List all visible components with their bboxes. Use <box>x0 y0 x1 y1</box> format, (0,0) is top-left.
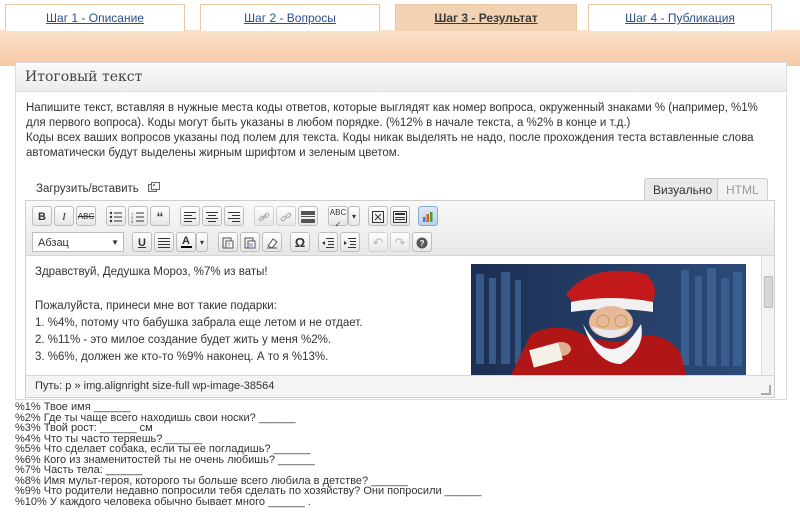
unlink-button[interactable] <box>276 206 296 226</box>
svg-text:3: 3 <box>131 219 134 223</box>
content-line-2 <box>35 281 465 298</box>
align-right-button[interactable] <box>224 206 244 226</box>
blockquote-button[interactable]: “ <box>150 206 170 226</box>
paragraph-format-select[interactable]: Абзац ▼ <box>32 232 124 252</box>
tab-step-3-link[interactable]: Шаг 3 - Результат <box>434 11 537 25</box>
kitchen-sink-button[interactable] <box>390 206 410 226</box>
bullet-list-button[interactable] <box>106 206 126 226</box>
text-color-dropdown[interactable]: ▾ <box>196 232 208 252</box>
spellcheck-language-dropdown[interactable]: ▾ <box>348 206 360 226</box>
spellcheck-button[interactable]: ABC ✓ <box>328 206 348 229</box>
tab-step-3[interactable]: Шаг 3 - Результат <box>395 4 577 31</box>
resize-grip-icon[interactable] <box>761 385 771 395</box>
result-text-panel: Итоговый текст Напишите текст, вставляя … <box>15 62 787 400</box>
upload-insert-label[interactable]: Загрузить/вставить <box>36 183 139 195</box>
paragraph-format-value[interactable]: Абзац <box>38 237 69 249</box>
svg-text:T: T <box>228 243 231 249</box>
scrollbar-thumb[interactable] <box>764 276 773 308</box>
redo-button[interactable]: ↷ <box>390 232 410 252</box>
align-justify-button[interactable] <box>154 232 174 252</box>
numbered-list-button[interactable]: 123 <box>128 206 148 226</box>
instructions-line-2: Коды всех ваших вопросов указаны под пол… <box>26 132 754 159</box>
outdent-button[interactable] <box>318 232 338 252</box>
code-item: %1% Твое имя ______ <box>15 401 131 413</box>
tab-step-1[interactable]: Шаг 1 - Описание <box>5 4 185 31</box>
svg-text:W: W <box>249 243 254 249</box>
tab-visual-mode[interactable]: Визуально <box>644 178 722 201</box>
editor-content[interactable]: Здравствуй, Дедушка Мороз, %7% из ваты! … <box>26 256 762 375</box>
chevron-down-icon: ▼ <box>111 238 119 247</box>
svg-text:?: ? <box>420 239 425 248</box>
question-codes-list: %1% Твое имя ______ %2% Где ты чаще всег… <box>15 402 775 507</box>
code-item: %7% Часть тела: ______ <box>15 464 143 476</box>
paste-as-text-button[interactable]: T <box>218 232 238 252</box>
align-center-button[interactable] <box>202 206 222 226</box>
paste-from-word-button[interactable]: W <box>240 232 260 252</box>
panel-title: Итоговый текст <box>16 63 786 92</box>
tab-step-1-link[interactable]: Шаг 1 - Описание <box>46 11 144 25</box>
undo-button[interactable]: ↶ <box>368 232 388 252</box>
instructions-line-1: Напишите текст, вставляя в нужные места … <box>26 102 758 129</box>
content-line-5: 2. %11% - это милое создание будет жить … <box>35 334 332 346</box>
align-left-button[interactable] <box>180 206 200 226</box>
text-color-button[interactable]: A <box>176 232 196 252</box>
media-upload-icon[interactable] <box>147 182 160 194</box>
instructions: Напишите текст, вставляя в нужные места … <box>26 101 778 161</box>
special-character-button[interactable]: Ω <box>290 232 310 252</box>
editor-toolbar: B I ABC 123 “ ABC ✓ ▾ Абзац ▼ U A ▾ T W … <box>26 201 774 256</box>
code-item: %10% У каждого человека обычно бывает мн… <box>15 495 311 508</box>
header-band <box>0 30 800 66</box>
editor-text[interactable]: Здравствуй, Дедушка Мороз, %7% из ваты! … <box>35 264 465 366</box>
editor-scrollbar[interactable] <box>761 256 774 375</box>
rich-text-editor: B I ABC 123 “ ABC ✓ ▾ Абзац ▼ U A ▾ T W … <box>25 200 775 398</box>
element-path: Путь: p » img.alignright size-full wp-im… <box>26 375 774 397</box>
insert-link-button[interactable] <box>254 206 274 226</box>
tab-html-mode[interactable]: HTML <box>717 178 768 201</box>
code-item: %5% Что сделает собака, если ты ее погла… <box>15 443 311 455</box>
test-plugin-button[interactable] <box>418 206 438 226</box>
step-tabs: Шаг 1 - Описание Шаг 2 - Вопросы Шаг 3 -… <box>0 0 800 32</box>
code-item: %3% Твой рост: ______ см <box>15 422 153 434</box>
indent-button[interactable] <box>340 232 360 252</box>
insert-more-tag-button[interactable] <box>298 206 318 226</box>
content-line-1: Здравствуй, Дедушка Мороз, %7% из ваты! <box>35 266 268 278</box>
underline-button[interactable]: U <box>132 232 152 252</box>
tab-step-4[interactable]: Шаг 4 - Публикация <box>588 4 772 31</box>
italic-button[interactable]: I <box>54 206 74 226</box>
content-line-6: 3. %6%, должен же кто-то %9% наконец. А … <box>35 351 329 363</box>
strikethrough-button[interactable]: ABC <box>76 206 96 226</box>
content-line-3: Пожалуйста, принеси мне вот такие подарк… <box>35 300 277 312</box>
code-item: %9% Что родители недавно попросили тебя … <box>15 485 482 497</box>
content-line-4: 1. %4%, потому что бабушка забрала еще л… <box>35 317 363 329</box>
fullscreen-button[interactable] <box>368 206 388 226</box>
help-button[interactable]: ? <box>412 232 432 252</box>
tab-step-2[interactable]: Шаг 2 - Вопросы <box>200 4 380 31</box>
santa-claus-image[interactable] <box>471 264 746 375</box>
bold-button[interactable]: B <box>32 206 52 226</box>
tab-step-4-link[interactable]: Шаг 4 - Публикация <box>625 11 735 25</box>
tab-step-2-link[interactable]: Шаг 2 - Вопросы <box>244 11 336 25</box>
upload-insert-link[interactable]: Загрузить/вставить <box>36 182 160 195</box>
remove-formatting-button[interactable] <box>262 232 282 252</box>
